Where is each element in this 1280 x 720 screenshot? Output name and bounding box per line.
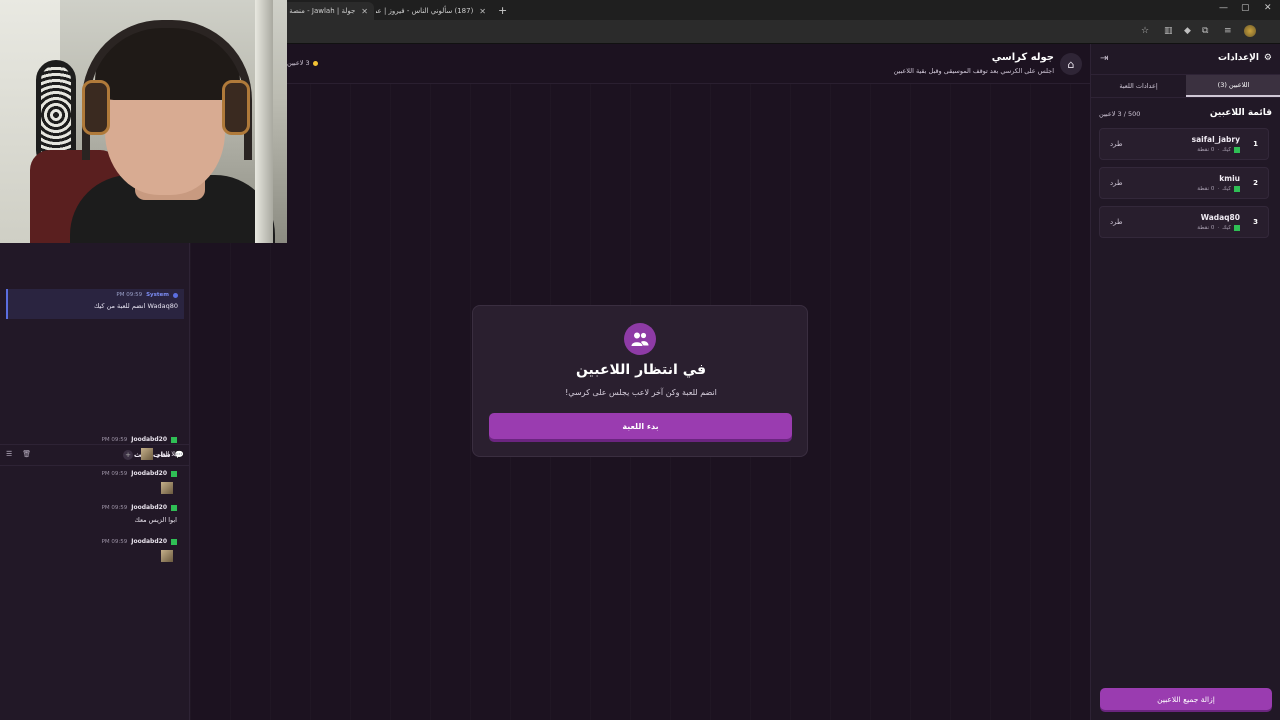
kick-badge-icon [1234, 225, 1240, 231]
collapse-panel-icon[interactable]: ⇥ [1100, 53, 1108, 64]
chat-message: Joodabd20 PM 09:59 يلا العبو [7, 436, 177, 460]
diamond-icon[interactable]: ◆ [1184, 26, 1191, 36]
close-tab-icon[interactable]: ✕ [361, 7, 368, 16]
players-count: 3 لاعبين [287, 59, 318, 67]
close-window-button[interactable]: ✕ [1264, 3, 1272, 13]
kick-player-button[interactable]: طرد [1110, 179, 1123, 187]
settings-panel: ⚙ الإعدادات ⇥ إعدادات اللعبة اللاعبين (3… [1090, 44, 1280, 720]
chat-text: ابوا الزيس معك [134, 516, 177, 524]
emote-icon [161, 550, 173, 562]
kick-badge-icon [171, 504, 177, 511]
chat-username: Joodabd20 [131, 436, 167, 443]
close-tab-icon[interactable]: ✕ [479, 7, 486, 16]
menu-icon[interactable]: ≡ [1224, 26, 1232, 36]
player-name: saifal_jabry [1191, 135, 1240, 144]
users-icon [624, 323, 656, 355]
game-subtitle: اجلس على الكرسي بعد توقف الموسيقى وقبل ب… [893, 67, 1054, 75]
kick-badge-icon [1234, 186, 1240, 192]
waiting-card: في انتظار اللاعبين انضم للعبة وكن آخر لا… [472, 305, 808, 457]
players-list-title: قائمة اللاعبين [1209, 108, 1272, 118]
browser-tab-active[interactable]: ✕ جولة | Jawlah - منصة الألعاب [282, 2, 374, 20]
kick-player-button[interactable]: طرد [1110, 218, 1123, 226]
player-platform: كيك [1222, 147, 1231, 153]
player-index: 2 [1253, 179, 1258, 187]
emote-icon [161, 482, 173, 494]
browser-tab[interactable]: ✕ (187) سألوني الناس - فيروز | عم... [376, 2, 492, 20]
settings-tabs: إعدادات اللعبة اللاعبين (3) [1091, 74, 1280, 98]
star-icon[interactable]: ☆ [1141, 26, 1149, 36]
tab-label: جولة | Jawlah - منصة الألعاب [282, 7, 356, 15]
webcam-pole [255, 0, 273, 243]
player-points: 0 نقطة [1197, 225, 1215, 231]
headphone-ear-left [82, 80, 110, 135]
status-dot-icon [312, 60, 318, 66]
player-index: 3 [1253, 218, 1258, 226]
settings-title: الإعدادات [1217, 53, 1259, 63]
system-time: PM 09:59 [116, 292, 143, 298]
remove-all-players-button[interactable]: إزالة جميع اللاعبين [1100, 688, 1272, 710]
chat-message: Joodabd20 PM 09:59 [7, 470, 177, 494]
kick-badge-icon [171, 538, 177, 545]
home-icon: ⌂ [1067, 57, 1075, 71]
player-name: kmiu [1219, 174, 1240, 183]
tab-label: (187) سألوني الناس - فيروز | عم... [376, 7, 474, 15]
player-row: 3 Wadaq80 كيك · 0 نقطة طرد [1099, 206, 1269, 238]
chat-username: Joodabd20 [131, 504, 167, 511]
home-button[interactable]: ⌂ [1060, 53, 1082, 75]
minimize-button[interactable]: — [1219, 3, 1228, 13]
players-count-text: 3 لاعبين [287, 59, 310, 67]
system-icon [173, 292, 178, 298]
emote-icon [141, 448, 153, 460]
extension-icon[interactable]: ▥ [1164, 26, 1173, 36]
chat-time: PM 09:59 [101, 538, 128, 545]
players-list-count: 500 / 3 لاعبين [1099, 110, 1141, 118]
gear-icon: ⚙ [1263, 53, 1272, 63]
player-row: 1 saifal_jabry كيك · 0 نقطة طرد [1099, 128, 1269, 160]
player-row: 2 kmiu كيك · 0 نقطة طرد [1099, 167, 1269, 199]
tab-game-settings[interactable]: إعدادات اللعبة [1091, 75, 1186, 97]
maximize-button[interactable]: ▢ [1241, 3, 1250, 13]
player-name: Wadaq80 [1200, 213, 1240, 222]
new-tab-button[interactable]: + [498, 4, 507, 17]
chat-time: PM 09:59 [101, 470, 128, 477]
chat-message: Joodabd20 PM 09:59 ابوا الزيس معك [7, 504, 177, 524]
game-area: ⌂ جوله كراسي اجلس على الكرسي بعد توقف ال… [190, 44, 1090, 720]
player-points: 0 نقطة [1197, 147, 1215, 153]
game-title: جوله كراسي [991, 52, 1054, 63]
kick-player-button[interactable]: طرد [1110, 140, 1123, 148]
puzzle-icon[interactable]: ⧉ [1202, 26, 1208, 36]
headphone-ear-right [222, 80, 250, 135]
kick-badge-icon [1234, 147, 1240, 153]
chat-time: PM 09:59 [101, 504, 128, 511]
player-platform: كيك [1222, 186, 1231, 192]
waiting-title: في انتظار اللاعبين [575, 362, 707, 378]
start-game-button[interactable]: بدء اللعبة [489, 413, 792, 439]
game-header: ⌂ جوله كراسي اجلس على الكرسي بعد توقف ال… [190, 44, 1090, 84]
chat-username: Joodabd20 [131, 538, 167, 545]
kick-badge-icon [171, 470, 177, 477]
profile-avatar[interactable] [1244, 25, 1256, 37]
chat-time: PM 09:59 [101, 436, 128, 443]
chat-username: Joodabd20 [131, 470, 167, 477]
player-index: 1 [1253, 140, 1258, 148]
tab-players[interactable]: اللاعبين (3) [1186, 75, 1280, 97]
kick-badge-icon [171, 436, 177, 443]
system-text: Wadaq80 انضم للعبة من كيك [93, 302, 178, 310]
player-points: 0 نقطة [1197, 186, 1215, 192]
settings-header: ⚙ الإعدادات [1218, 53, 1272, 63]
waiting-subtitle: انضم للعبة وكن آخر لاعب يجلس على كرسي! [565, 388, 717, 397]
chat-text: يلا العبو [157, 450, 177, 458]
chat-message: Joodabd20 PM 09:59 [7, 538, 177, 562]
player-platform: كيك [1222, 225, 1231, 231]
webcam-overlay [0, 0, 287, 243]
system-sender: System [146, 292, 169, 298]
system-message: System PM 09:59 Wadaq80 انضم للعبة من كي… [6, 289, 184, 319]
